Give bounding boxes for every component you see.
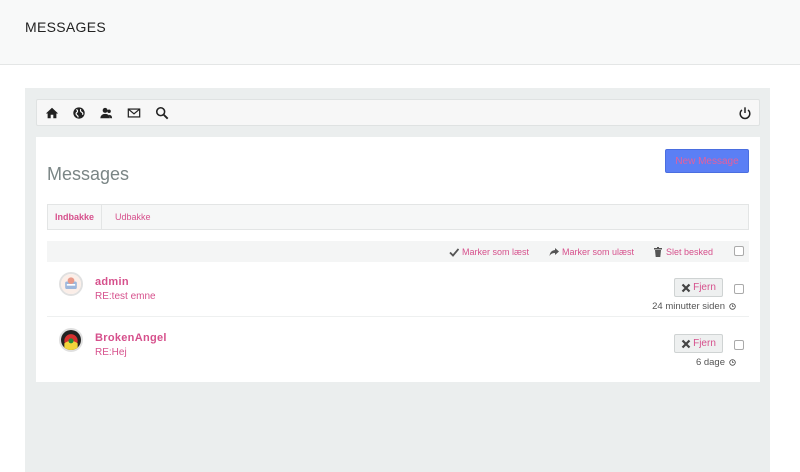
content-area: Messages New Message Indbakke Udbakke Ma… xyxy=(25,88,770,472)
message-time: 24 minutter siden xyxy=(652,301,736,312)
close-icon xyxy=(681,283,691,292)
clock-icon xyxy=(729,359,736,366)
tab-inbox[interactable]: Indbakke xyxy=(48,205,103,229)
panel-title: Messages xyxy=(47,164,130,184)
clock-icon xyxy=(729,303,736,310)
messages-panel: Messages New Message Indbakke Udbakke Ma… xyxy=(36,137,760,382)
mark-read-label: Marker som læst xyxy=(462,246,530,257)
remove-button[interactable]: Fjern xyxy=(674,334,723,353)
search-icon[interactable] xyxy=(154,105,170,121)
toolbar xyxy=(36,99,760,126)
page-header: MESSAGES xyxy=(0,0,800,65)
delete-label: Slet besked xyxy=(666,246,714,257)
trash-icon xyxy=(654,246,662,257)
message-time: 6 dage xyxy=(696,357,736,368)
message-subject[interactable]: RE:test emne xyxy=(95,291,156,302)
page-title: MESSAGES xyxy=(25,19,106,35)
users-icon[interactable] xyxy=(98,105,114,121)
new-message-button[interactable]: New Message xyxy=(665,149,749,173)
close-icon xyxy=(681,339,691,348)
remove-label: Fjern xyxy=(693,338,716,349)
message-time-label: 6 dage xyxy=(695,357,725,368)
mark-read-action[interactable]: Marker som læst xyxy=(449,245,529,258)
tab-bar: Indbakke Udbakke xyxy=(47,204,749,230)
message-row[interactable]: BrokenAngel RE:Hej Fjern 6 dage xyxy=(47,318,749,373)
remove-button[interactable]: Fjern xyxy=(674,278,723,297)
mark-unread-action[interactable]: Marker som ulæst xyxy=(549,245,634,258)
home-icon[interactable] xyxy=(44,105,60,121)
message-checkbox[interactable] xyxy=(734,340,744,350)
mark-unread-label: Marker som ulæst xyxy=(562,246,635,257)
tab-outbox[interactable]: Udbakke xyxy=(108,205,158,229)
avatar xyxy=(59,328,83,352)
actions-bar: Marker som læst Marker som ulæst Slet be… xyxy=(47,241,749,262)
share-arrow-icon xyxy=(549,247,559,256)
select-all-checkbox[interactable] xyxy=(734,246,744,256)
message-row[interactable]: admin RE:test emne Fjern 24 minutter sid… xyxy=(47,262,749,317)
message-sender[interactable]: admin xyxy=(95,276,129,288)
globe-icon[interactable] xyxy=(71,105,87,121)
avatar xyxy=(59,272,83,296)
remove-label: Fjern xyxy=(693,282,716,293)
check-icon xyxy=(449,247,459,257)
envelope-icon[interactable] xyxy=(126,105,142,121)
message-checkbox[interactable] xyxy=(734,284,744,294)
message-subject[interactable]: RE:Hej xyxy=(95,347,127,358)
power-icon[interactable] xyxy=(737,105,753,121)
delete-action[interactable]: Slet besked xyxy=(653,245,713,258)
message-time-label: 24 minutter siden xyxy=(652,301,725,312)
message-sender[interactable]: BrokenAngel xyxy=(95,332,167,344)
